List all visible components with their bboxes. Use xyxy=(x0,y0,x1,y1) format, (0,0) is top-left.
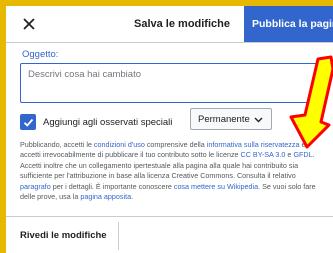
cc-license-link[interactable]: CC BY-SA 3.0 xyxy=(241,150,286,159)
subject-input[interactable] xyxy=(20,63,320,103)
section-link[interactable]: paragrafo xyxy=(20,182,51,191)
watchlist-duration-dropdown[interactable]: Permanente xyxy=(190,108,272,130)
watchlist-duration-value: Permanente xyxy=(198,113,250,125)
tab-separator xyxy=(118,222,119,250)
legal-notice: Pubblicando, accetti le condizioni d'uso… xyxy=(20,140,325,202)
watchlist-row: Aggiungi agli osservati speciali xyxy=(20,111,172,133)
dialog-title: Salva le modifiche xyxy=(134,18,230,30)
watchlist-checkbox[interactable] xyxy=(20,114,36,130)
legal-text: comprensive della xyxy=(144,140,207,149)
privacy-policy-link[interactable]: informativa sulla riservatezza xyxy=(207,140,300,149)
legal-text: . xyxy=(131,192,134,202)
close-icon xyxy=(23,18,35,30)
subject-label: Oggetto: xyxy=(22,49,59,60)
what-to-put-link[interactable]: cosa mettere su Wikipedia xyxy=(174,182,258,191)
review-changes-tab[interactable]: Rivedi le modifiche xyxy=(20,222,107,248)
dialog-header: Salva le modifiche Pubblica la pagina xyxy=(6,6,333,43)
sandbox-page-link[interactable]: pagina apposita xyxy=(80,192,131,201)
watchlist-label: Aggiungi agli osservati speciali xyxy=(43,116,173,128)
gfdl-link[interactable]: GFDL xyxy=(293,150,312,159)
checkmark-icon xyxy=(23,118,33,127)
legal-text: per i dettagli. È importante conoscere xyxy=(50,181,174,191)
legal-text: Pubblicando, accetti le xyxy=(20,140,94,149)
chevron-down-icon xyxy=(254,117,263,123)
close-button[interactable] xyxy=(20,15,38,33)
publish-page-button[interactable]: Pubblica la pagina xyxy=(244,6,333,42)
tabs-divider xyxy=(6,216,333,217)
terms-of-use-link[interactable]: condizioni d'uso xyxy=(94,140,145,149)
